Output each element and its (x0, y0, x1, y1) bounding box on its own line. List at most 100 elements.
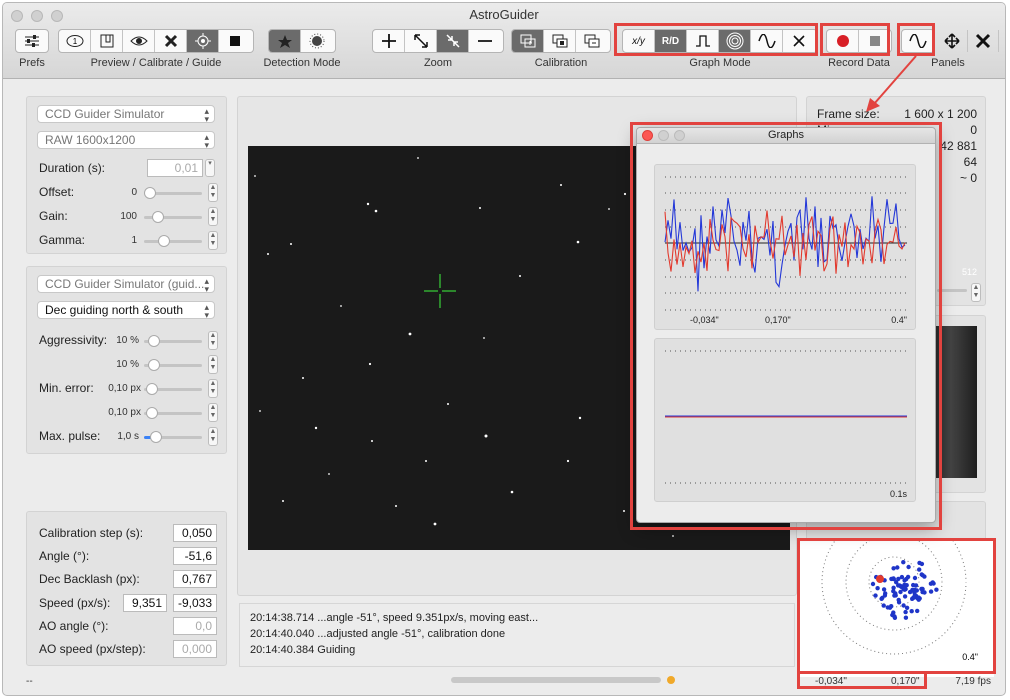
speed-x-field[interactable]: 9,351 (123, 594, 167, 612)
speed-label: Speed (px/s): (39, 596, 111, 610)
gamma-stepper[interactable]: ▲ ▼ (208, 231, 218, 250)
aggressivity-ra-slider[interactable] (144, 335, 202, 347)
min-error-ra-slider[interactable] (144, 383, 202, 395)
gamma-slider-knob[interactable] (158, 235, 170, 247)
aggressivity-ra-stepper[interactable]: ▲ ▼ (208, 331, 218, 350)
stop-button[interactable] (219, 30, 251, 52)
min-error-dec-value: 0,10 px (108, 407, 141, 418)
target-scatter-plot: 0.4" (798, 539, 994, 677)
gamma-slider[interactable] (144, 235, 202, 247)
graphs-titlebar: Graphs (637, 128, 935, 144)
tools-panel-button[interactable] (967, 30, 999, 52)
angle-field[interactable]: -51,6 (173, 547, 217, 565)
star-profile-image (933, 326, 977, 478)
dec-backlash-label: Dec Backlash (px): (39, 572, 140, 586)
aggressivity-ra-knob[interactable] (148, 335, 160, 347)
scatter-scale-label: 0.4" (962, 652, 978, 662)
dec-backlash-field[interactable]: 0,767 (173, 570, 217, 588)
graph-ra-dec-button[interactable]: R/D (655, 30, 687, 52)
aggressivity-dec-knob[interactable] (148, 359, 160, 371)
offset-label: Offset: (39, 185, 75, 199)
min-error-dec-slider[interactable] (144, 407, 202, 419)
calibration-load-button[interactable] (544, 30, 576, 52)
duration-field[interactable]: 0,01 (147, 159, 203, 177)
scatter-point (879, 596, 884, 601)
graphs-panel-button[interactable] (902, 30, 934, 52)
zoom-fit-button[interactable] (405, 30, 437, 52)
offset-slider-knob[interactable] (144, 187, 156, 199)
max-pulse-knob[interactable] (150, 431, 162, 443)
zoom-shrink-button[interactable] (437, 30, 469, 52)
min-error-dec-stepper[interactable]: ▲ ▼ (208, 403, 218, 422)
mount-select[interactable]: CCD Guider Simulator (guid... ▴ ▾ (37, 275, 215, 293)
toolbar: AstroGuider Prefs 1 Preview / Calibrate … (3, 3, 1005, 79)
scatter-point (928, 589, 934, 594)
scatter-point (934, 587, 939, 592)
calibration-new-button[interactable] (512, 30, 544, 52)
ra-rms-value: -0,034" (815, 676, 847, 687)
ao-speed-label: AO speed (px/step): (39, 642, 146, 656)
calibration-step-field[interactable]: 0,050 (173, 524, 217, 542)
scatter-point (881, 603, 886, 608)
progress-bar (451, 677, 661, 683)
speed-y-field[interactable]: -9,033 (173, 594, 217, 612)
guide-mode-select[interactable]: Dec guiding north & south ▴ ▾ (37, 301, 215, 319)
offset-stepper[interactable]: ▲ ▼ (208, 183, 218, 202)
gain-stepper[interactable]: ▲ ▼ (208, 207, 218, 226)
record-stop-button[interactable] (859, 30, 891, 52)
duration-dropdown[interactable]: ▾ (205, 159, 215, 177)
status-left: -- (26, 676, 33, 687)
graph-clear-button[interactable] (783, 30, 815, 52)
scatter-point (873, 593, 878, 598)
eye-icon (129, 36, 148, 46)
scatter-point (903, 615, 909, 620)
stop-icon (870, 36, 880, 46)
min-error-dec-knob[interactable] (146, 407, 158, 419)
guide-error-plot (664, 176, 907, 311)
wave-icon (909, 34, 927, 48)
record-button[interactable] (827, 30, 859, 52)
max-pulse-stepper[interactable]: ▲ ▼ (208, 427, 218, 446)
record-icon (836, 35, 849, 47)
scatter-point (882, 593, 888, 598)
guide-button[interactable] (187, 30, 219, 52)
scatter-point (896, 597, 901, 603)
aggressivity-dec-slider[interactable] (144, 359, 202, 371)
min-error-ra-knob[interactable] (146, 383, 158, 395)
min-error-ra-value: 0,10 px (108, 383, 141, 394)
graph-target-button[interactable] (719, 30, 751, 52)
prefs-button[interactable] (16, 30, 48, 52)
ao-angle-field[interactable]: 0,0 (173, 617, 217, 635)
max-pulse-slider[interactable] (144, 431, 202, 443)
format-select[interactable]: RAW 1600x1200 ▴ ▾ (37, 131, 215, 149)
stretch-slider[interactable] (937, 289, 967, 292)
offset-slider[interactable] (144, 187, 202, 199)
graph-mode-group: x/y R/D (622, 29, 818, 53)
scatter-point (922, 590, 927, 595)
graph-xy-label: x/y (632, 35, 645, 47)
graph-pulse-button[interactable] (687, 30, 719, 52)
log-line: 20:14:40.040 ...adjusted angle -51°, cal… (250, 628, 506, 640)
single-shot-button[interactable]: 1 (59, 30, 91, 52)
move-panel-button[interactable] (936, 30, 968, 52)
aggressivity-dec-stepper[interactable]: ▲ ▼ (208, 355, 218, 374)
surface-detection-button[interactable] (301, 30, 333, 52)
zoom-out-button[interactable] (469, 30, 501, 52)
gain-slider[interactable] (144, 211, 202, 223)
ao-angle-label: AO angle (°): (39, 619, 109, 633)
calibrate-button[interactable] (155, 30, 187, 52)
graph-xy-button[interactable]: x/y (623, 30, 655, 52)
gain-slider-knob[interactable] (152, 211, 164, 223)
zoom-in-button[interactable] (373, 30, 405, 52)
graph-wave-button[interactable] (751, 30, 783, 52)
calibration-reset-button[interactable] (576, 30, 608, 52)
preview-button[interactable] (123, 30, 155, 52)
ao-speed-field[interactable]: 0,000 (173, 640, 217, 658)
min-error-ra-stepper[interactable]: ▲ ▼ (208, 379, 218, 398)
stretch-stepper[interactable]: ▲ ▼ (971, 283, 981, 302)
aggressivity-ra-value: 10 % (116, 335, 139, 346)
star-detection-button[interactable] (269, 30, 301, 52)
frame-button[interactable] (91, 30, 123, 52)
camera-select[interactable]: CCD Guider Simulator ▴ ▾ (37, 105, 215, 123)
scatter-point (881, 587, 887, 592)
